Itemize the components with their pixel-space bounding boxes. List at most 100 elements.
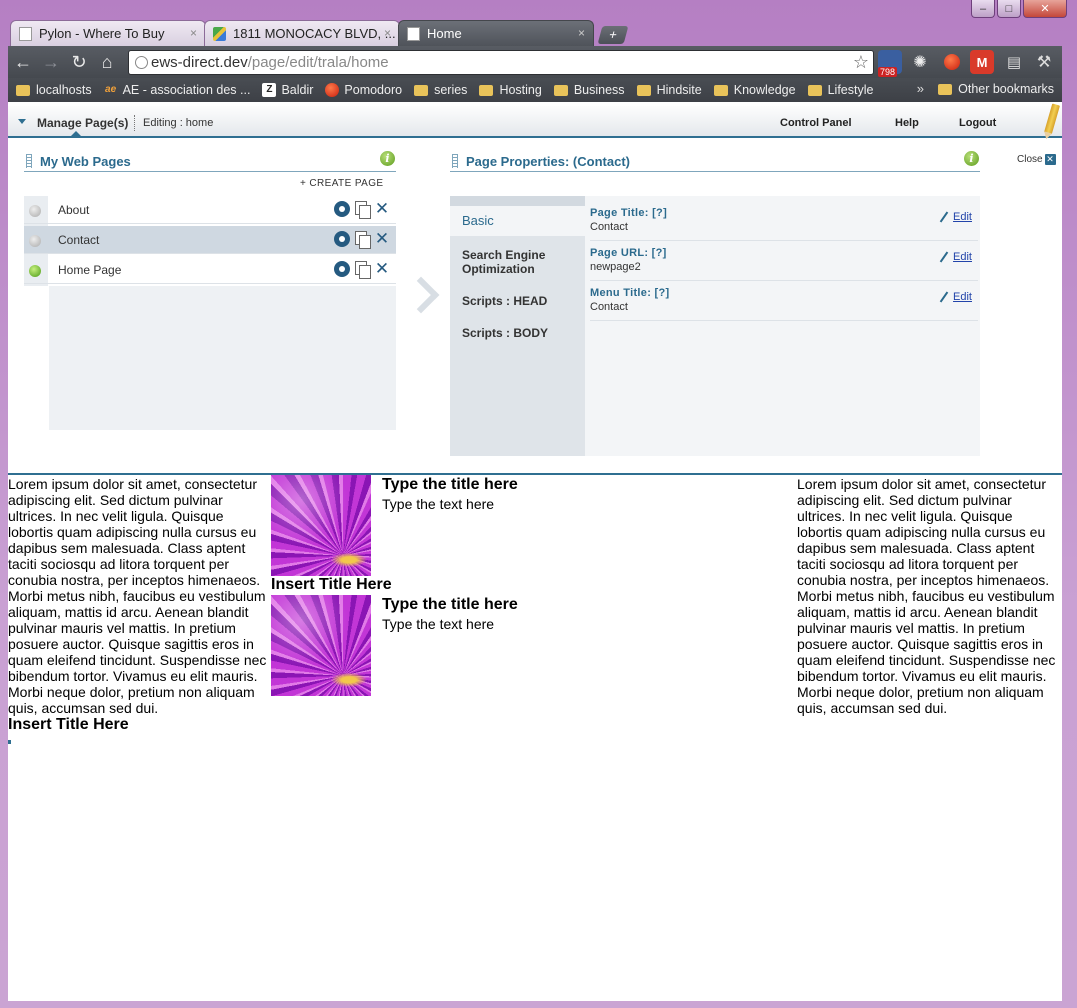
new-tab-button[interactable]: + [597,26,629,44]
address-bar[interactable]: ews-direct.dev/page/edit/trala/home ☆ [128,50,874,75]
info-icon[interactable]: i [964,151,979,166]
tab-scripts-body[interactable]: Scripts : BODY [450,316,585,348]
tab-close-icon[interactable]: × [384,26,391,40]
copy-icon[interactable] [354,231,371,249]
bookmark-label: AE - association des ... [122,83,251,97]
bookmark-hindsite[interactable]: Hindsite [636,83,702,97]
row-actions: ✕ [334,260,390,279]
delete-icon[interactable]: ✕ [374,230,390,247]
drag-grip-icon[interactable] [26,154,32,168]
active-notch-indicator [70,131,82,137]
page-name: About [58,203,90,217]
tab-pylon[interactable]: Pylon - Where To Buy × [10,20,206,46]
bookmark-knowledge[interactable]: Knowledge [713,83,796,97]
bookmark-star-icon[interactable]: ☆ [853,52,869,73]
bookmark-baldir[interactable]: Z Baldir [262,83,313,97]
forward-button[interactable]: → [38,49,64,75]
bookmark-label: Lifestyle [827,83,874,97]
delete-icon[interactable]: ✕ [374,260,390,277]
block-text[interactable]: Type the text here [382,616,494,632]
globe-icon [135,56,148,69]
insert-title-middle[interactable]: Insert Title Here [271,576,392,594]
block-text[interactable]: Type the text here [382,496,494,512]
folder-icon [16,84,30,96]
tab-seo[interactable]: Search Engine Optimization [450,236,585,284]
close-icon: ✕ [1044,154,1056,165]
delete-icon[interactable]: ✕ [374,200,390,217]
gmail-icon[interactable]: M [970,50,994,74]
panel-title: Page Properties: (Contact) [466,154,630,169]
gear-icon[interactable] [334,201,350,217]
tab-close-icon[interactable]: × [578,26,585,40]
minimize-button[interactable]: – [971,0,995,18]
other-bookmarks[interactable]: Other bookmarks [938,82,1054,96]
edit-link[interactable]: Edit [953,251,972,263]
panel-title: My Web Pages [40,154,131,169]
help-link[interactable]: Help [895,117,919,129]
edit-link[interactable]: Edit [953,291,972,303]
flower-image[interactable] [271,475,371,576]
tab-basic[interactable]: Basic [450,206,585,236]
page-row-home[interactable]: Home Page ✕ [24,256,396,284]
bookmark-label: Pomodoro [344,83,403,97]
bookmark-series[interactable]: series [414,83,467,97]
manage-pages-toggle[interactable]: Manage Page(s) [37,116,128,130]
printer-extension-icon[interactable]: ▤ [1002,50,1026,74]
drag-grip-icon[interactable] [452,154,458,168]
lorem-text-right[interactable]: Lorem ipsum dolor sit amet, consectetur … [797,476,1061,716]
folder-icon [938,83,953,95]
create-page-link[interactable]: + CREATE PAGE [300,178,383,189]
bookmark-ae[interactable]: ae AE - association des ... [104,83,251,97]
maximize-button[interactable]: □ [997,0,1021,18]
folder-icon [636,84,651,96]
close-window-button[interactable]: ✕ [1023,0,1067,18]
page-row-contact[interactable]: Contact ✕ [24,226,396,254]
copy-icon[interactable] [354,261,371,279]
caret-down-icon[interactable] [18,119,26,124]
block-title[interactable]: Type the title here [382,596,518,614]
page-viewport: Manage Page(s) Editing : home Control Pa… [8,102,1062,1001]
close-panel-button[interactable]: Close ✕ [1017,154,1056,165]
bookmark-label: Other bookmarks [958,82,1054,96]
tab-home[interactable]: Home × [398,20,594,46]
block-title[interactable]: Type the title here [382,476,518,494]
bookmark-pomodoro[interactable]: Pomodoro [325,83,402,97]
insert-title-left[interactable]: Insert Title Here [8,716,129,734]
rss-extension-icon[interactable]: 798 [878,50,902,77]
info-icon[interactable]: i [380,151,395,166]
control-panel-link[interactable]: Control Panel [780,117,852,129]
property-page-url: Page URL: [?] newpage2 Edit [590,241,978,281]
bookmark-localhosts[interactable]: localhosts [16,83,92,97]
bookmark-business[interactable]: Business [553,83,625,97]
lorem-text-left[interactable]: Lorem ipsum dolor sit amet, consectetur … [8,476,271,716]
property-label: Page Title: [?] [590,207,668,219]
page-name: Contact [58,233,100,247]
edit-link[interactable]: Edit [953,211,972,223]
bookmark-label: Hindsite [656,83,702,97]
copy-icon[interactable] [354,201,371,219]
status-dot-icon [29,205,41,217]
bookmarks-overflow-chevron-icon[interactable]: » [917,81,924,96]
zotero-icon: Z [262,83,277,97]
bookmarks-bar: localhosts ae AE - association des ... ZB… [8,78,1062,102]
wrench-icon[interactable]: ⚒ [1032,50,1056,74]
tab-title: Home [427,26,462,41]
tab-maps[interactable]: 1811 MONOCACY BLVD, ... × [204,20,400,46]
tab-close-icon[interactable]: × [190,26,197,40]
logout-link[interactable]: Logout [959,117,996,129]
row-actions: ✕ [334,230,390,249]
bookmark-hosting[interactable]: Hosting [479,83,542,97]
tomato-extension-icon[interactable] [940,50,964,74]
back-button[interactable]: ← [10,49,36,75]
reload-button[interactable]: ↻ [66,49,92,75]
flower-image[interactable] [271,595,371,696]
tab-scripts-head[interactable]: Scripts : HEAD [450,284,585,316]
page-row-about[interactable]: About ✕ [24,196,396,224]
gear-extension-icon[interactable]: ✺ [908,50,932,74]
home-button[interactable]: ⌂ [94,49,120,75]
page-icon [407,27,420,41]
pencil-icon[interactable] [1044,103,1060,135]
gear-icon[interactable] [334,261,350,277]
gear-icon[interactable] [334,231,350,247]
bookmark-lifestyle[interactable]: Lifestyle [807,83,874,97]
